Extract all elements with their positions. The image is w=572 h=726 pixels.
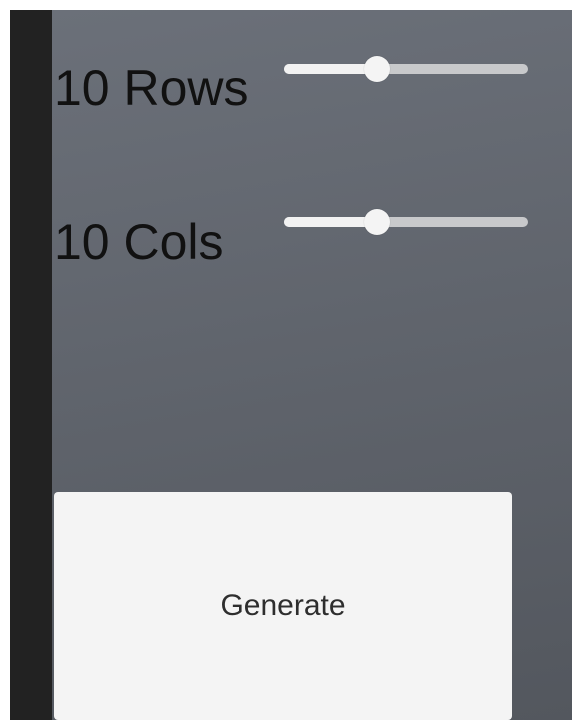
- rows-slider-fill: [284, 64, 377, 74]
- cols-slider-handle[interactable]: [363, 209, 390, 235]
- generate-button-label: Generate: [220, 589, 346, 622]
- settings-panel: 10 Rows 10 Cols Generate: [52, 10, 572, 720]
- generate-button[interactable]: Generate: [54, 492, 512, 720]
- rows-label: 10 Rows: [54, 60, 249, 116]
- cols-slider-track[interactable]: [284, 217, 528, 227]
- cols-label: 10 Cols: [54, 214, 224, 270]
- cols-slider[interactable]: [284, 207, 528, 237]
- app-window: 10 Rows 10 Cols Generate: [10, 10, 572, 720]
- rows-slider-handle[interactable]: [363, 56, 390, 82]
- rows-slider[interactable]: [284, 54, 528, 84]
- cols-slider-fill: [284, 217, 377, 227]
- rows-slider-track[interactable]: [284, 64, 528, 74]
